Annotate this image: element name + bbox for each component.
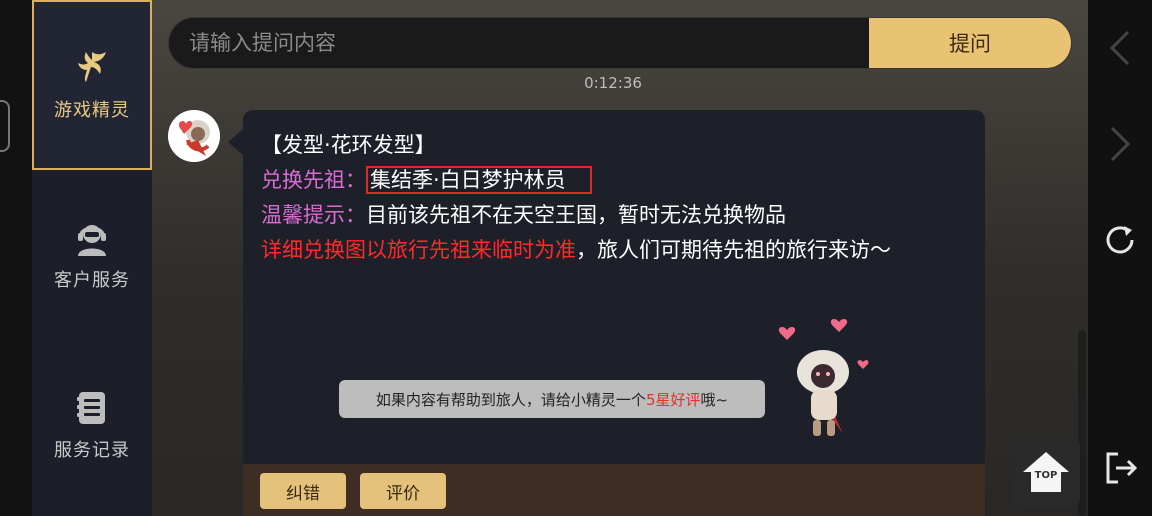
- notice-text: ，旅人们可期待先祖的旅行来访～: [576, 238, 891, 262]
- chevron-right-icon[interactable]: [1100, 124, 1140, 164]
- answer-card-footer: 纠错 评价: [243, 464, 985, 516]
- right-nav-panel: [1088, 0, 1152, 516]
- search-bar: 提问: [168, 17, 1072, 69]
- sidebar: 游戏精灵 客户服务 服务记录: [32, 0, 152, 516]
- exchange-line: 兑换先祖： 集结季·白日梦护林员: [261, 163, 971, 198]
- mascot-illustration: [773, 316, 883, 456]
- rating-prompt: 如果内容有帮助到旅人，请给小精灵一个 5星好评 哦~: [339, 380, 765, 418]
- sidebar-item-service-records[interactable]: 服务记录: [32, 340, 152, 510]
- exchange-label: 兑换先祖：: [261, 168, 366, 192]
- chevron-left-icon[interactable]: [1100, 28, 1140, 68]
- avatar: [168, 110, 220, 162]
- tip-line: 温馨提示：目前该先祖不在天空王国，暂时无法兑换物品: [261, 198, 971, 233]
- sidebar-item-label: 客户服务: [54, 270, 130, 291]
- records-icon: [72, 388, 112, 428]
- notice-line: 详细兑换图以旅行先祖来临时为准，旅人们可期待先祖的旅行来访～: [261, 233, 971, 268]
- exit-icon[interactable]: [1100, 448, 1140, 488]
- refresh-icon[interactable]: [1100, 220, 1140, 260]
- search-input[interactable]: [169, 18, 869, 68]
- sidebar-item-label: 服务记录: [54, 440, 130, 461]
- bubble-tail: [228, 128, 244, 156]
- headset-agent-icon: [72, 218, 112, 258]
- left-edge-strip: [0, 0, 32, 516]
- notice-red-text: 详细兑换图以旅行先祖来临时为准: [261, 238, 576, 262]
- ask-button[interactable]: 提问: [869, 18, 1071, 68]
- sidebar-item-game-sprite[interactable]: 游戏精灵: [32, 0, 152, 170]
- tip-value: 目前该先祖不在天空王国，暂时无法兑换物品: [366, 203, 786, 227]
- answer-body: 【发型·花环发型】 兑换先祖： 集结季·白日梦护林员 温馨提示：目前该先祖不在天空…: [261, 128, 971, 268]
- rating-prompt-end: 哦~: [700, 390, 729, 409]
- sidebar-item-customer-service[interactable]: 客户服务: [32, 170, 152, 340]
- correct-button[interactable]: 纠错: [260, 473, 346, 509]
- rate-button[interactable]: 评价: [360, 473, 446, 509]
- item-title: 【发型·花环发型】: [261, 133, 436, 157]
- sidebar-item-label: 游戏精灵: [54, 100, 130, 121]
- scroll-top-button[interactable]: TOP: [1012, 438, 1080, 506]
- tip-label: 温馨提示：: [261, 203, 366, 227]
- message-timestamp: 0:12:36: [584, 74, 642, 92]
- rating-prompt-highlight: 5星好评: [645, 390, 701, 409]
- side-pull-tab[interactable]: [0, 100, 10, 152]
- scroll-top-label: TOP: [1034, 470, 1058, 481]
- fairy-icon: [72, 48, 112, 88]
- exchange-value: 集结季·白日梦护林员: [366, 166, 592, 194]
- rating-prompt-text: 如果内容有帮助到旅人，请给小精灵一个: [375, 390, 646, 409]
- answer-card: 【发型·花环发型】 兑换先祖： 集结季·白日梦护林员 温馨提示：目前该先祖不在天空…: [243, 110, 985, 516]
